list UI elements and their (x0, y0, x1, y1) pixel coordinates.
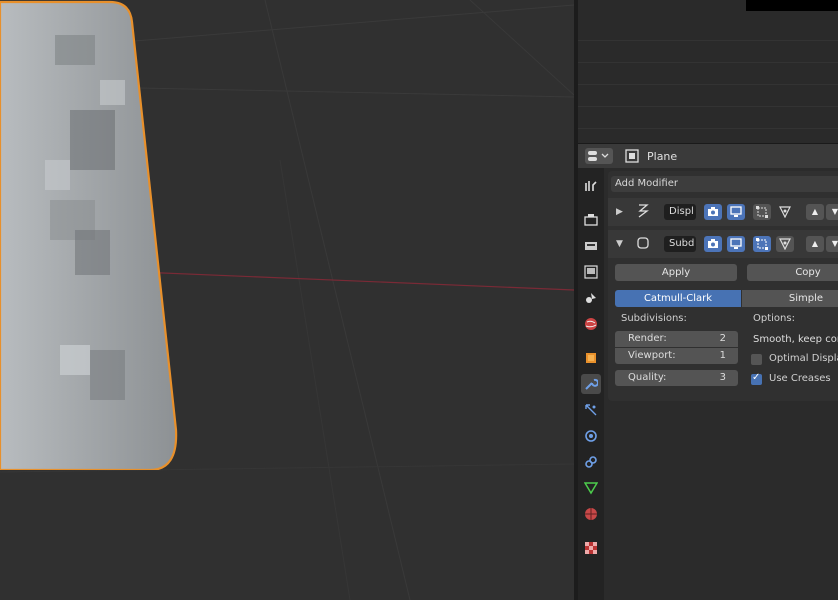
properties-editor-icon (588, 151, 609, 161)
tab-output[interactable] (581, 236, 601, 256)
move-up-button[interactable]: ▲ (806, 204, 824, 220)
render-icon (584, 214, 598, 226)
editmode-icon (756, 238, 768, 250)
scene-icon (586, 293, 596, 303)
object-properties-icon (586, 353, 596, 363)
physics-icon (585, 430, 597, 442)
render-levels-label: Render: (628, 333, 667, 344)
editmode-icon (756, 206, 768, 218)
tab-particles[interactable] (581, 400, 601, 420)
move-down-button[interactable]: ▼ (826, 204, 838, 220)
use-creases-label: Use Creases (769, 373, 831, 384)
properties-header: Plane (578, 143, 838, 168)
tab-scene[interactable] (581, 288, 601, 308)
particles-icon (585, 404, 597, 416)
modifier-displace-header[interactable]: ▶ Displ ▲ ▼ (608, 198, 838, 226)
tab-physics[interactable] (581, 426, 601, 446)
tab-modifiers[interactable] (581, 374, 601, 394)
tab-render[interactable] (581, 210, 601, 230)
corner-overlay (746, 0, 838, 11)
uv-smooth-dropdown[interactable]: Smooth, keep corners (753, 331, 838, 348)
apply-button[interactable]: Apply (615, 264, 737, 281)
cage-icon (779, 238, 791, 250)
modifier-name-field[interactable]: Subd (664, 236, 696, 252)
show-in-viewport-toggle[interactable] (727, 204, 745, 220)
move-down-button[interactable]: ▼ (826, 236, 838, 252)
monitor-icon (730, 238, 742, 249)
options-label: Options: (753, 313, 795, 324)
collapse-arrow-icon[interactable]: ▼ (616, 239, 623, 249)
modifier-subdivision-header[interactable]: ▼ Subd ▲ ▼ (608, 230, 838, 258)
tab-material[interactable] (581, 504, 601, 524)
material-icon (585, 508, 597, 520)
editor-type-button[interactable] (585, 148, 613, 164)
properties-tabs (578, 168, 604, 600)
modifier-name-field[interactable]: Displ (664, 204, 696, 220)
on-cage-toggle[interactable] (776, 236, 794, 252)
subdivision-modifier-icon (637, 237, 649, 249)
monitor-icon (730, 206, 742, 217)
optimal-display-label: Optimal Display (769, 353, 838, 364)
viewport-levels-value: 1 (719, 350, 726, 361)
viewport-levels-field[interactable]: Viewport: 1 (615, 348, 738, 364)
cage-icon (779, 206, 791, 218)
tab-world[interactable] (581, 314, 601, 334)
tab-object[interactable] (581, 348, 601, 368)
tool-icon (585, 181, 597, 191)
properties-editor: Plane Add Modifier ▶ Displ ▲ ▼ ▼ Subd ▲ … (578, 143, 838, 600)
viewport-levels-label: Viewport: (628, 350, 676, 361)
quality-label: Quality: (628, 372, 667, 383)
view-layer-icon (584, 265, 598, 279)
expand-arrow-icon[interactable]: ▶ (616, 207, 623, 217)
show-in-render-toggle[interactable] (704, 204, 722, 220)
modifier-stack: Add Modifier ▶ Displ ▲ ▼ ▼ Subd ▲ ▼ Appl… (608, 171, 838, 401)
data-icon (584, 482, 598, 495)
object-name: Plane (647, 150, 678, 163)
texture-icon (585, 542, 597, 554)
render-levels-value: 2 (719, 333, 726, 344)
add-modifier-dropdown[interactable]: Add Modifier (611, 176, 838, 192)
show-in-editmode-toggle[interactable] (753, 236, 771, 252)
displace-modifier-icon (638, 204, 649, 218)
subdivisions-label: Subdivisions: (621, 313, 687, 324)
quality-field[interactable]: Quality: 3 (615, 370, 738, 386)
on-cage-toggle[interactable] (776, 204, 794, 220)
tab-constraints[interactable] (581, 452, 601, 472)
quality-value: 3 (719, 372, 726, 383)
catmull-clark-option[interactable]: Catmull-Clark (615, 290, 741, 307)
copy-button[interactable]: Copy (747, 264, 838, 281)
tab-data[interactable] (581, 478, 601, 498)
render-levels-field[interactable]: Render: 2 (615, 331, 738, 347)
output-icon (585, 242, 597, 250)
wrench-icon (585, 378, 598, 390)
show-in-render-toggle[interactable] (704, 236, 722, 252)
plane-mesh[interactable] (0, 0, 178, 470)
camera-icon (708, 207, 718, 216)
camera-icon (708, 239, 718, 248)
object-icon (625, 149, 639, 163)
outliner-area (578, 0, 838, 143)
tab-texture[interactable] (581, 538, 601, 558)
use-creases-checkbox[interactable] (751, 372, 762, 385)
show-in-editmode-toggle[interactable] (753, 204, 771, 220)
tab-view-layer[interactable] (581, 262, 601, 282)
3d-viewport[interactable] (0, 0, 574, 600)
show-in-viewport-toggle[interactable] (727, 236, 745, 252)
tab-tool[interactable] (581, 176, 601, 196)
world-icon (585, 318, 597, 330)
optimal-display-checkbox[interactable] (751, 354, 762, 365)
simple-option[interactable]: Simple (742, 290, 838, 307)
move-up-button[interactable]: ▲ (806, 236, 824, 252)
constraints-icon (585, 456, 597, 468)
